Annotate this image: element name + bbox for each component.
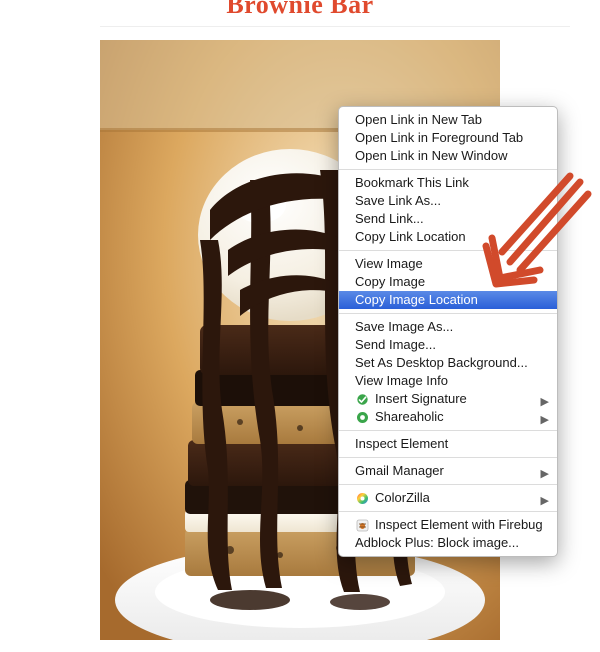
menu-item-label: Save Link As... [355, 192, 441, 210]
menu-item-label: Copy Image Location [355, 291, 478, 309]
menu-item[interactable]: Send Link... [339, 210, 557, 228]
menu-item-label: Shareaholic [375, 408, 444, 426]
chevron-right-icon: ▶ [541, 411, 549, 429]
menu-item-label: Send Link... [355, 210, 424, 228]
page-title: Brownie Bar [0, 0, 600, 20]
menu-item-label: Inspect Element with Firebug [375, 516, 543, 534]
insert-signature-icon [355, 392, 369, 406]
firebug-icon [355, 518, 369, 532]
context-menu: Open Link in New TabOpen Link in Foregro… [338, 106, 558, 557]
menu-separator [339, 313, 557, 314]
menu-item[interactable]: Inspect Element with Firebug [339, 516, 557, 534]
chevron-right-icon: ▶ [541, 465, 549, 483]
menu-item[interactable]: ColorZilla ▶ [339, 489, 557, 507]
menu-separator [339, 457, 557, 458]
menu-item-label: Set As Desktop Background... [355, 354, 528, 372]
menu-item[interactable]: Open Link in New Window [339, 147, 557, 165]
menu-item-label: ColorZilla [375, 489, 430, 507]
page: Brownie Bar [0, 0, 600, 652]
menu-separator [339, 511, 557, 512]
menu-item[interactable]: Adblock Plus: Block image... [339, 534, 557, 552]
menu-item-label: Open Link in New Tab [355, 111, 482, 129]
menu-item-label: Copy Link Location [355, 228, 466, 246]
menu-item-label: View Image Info [355, 372, 448, 390]
menu-item-label: Send Image... [355, 336, 436, 354]
menu-item-label: Save Image As... [355, 318, 453, 336]
menu-item[interactable]: Insert Signature▶ [339, 390, 557, 408]
menu-item[interactable]: Copy Link Location [339, 228, 557, 246]
menu-separator [339, 484, 557, 485]
menu-separator [339, 430, 557, 431]
menu-item[interactable]: Save Link As... [339, 192, 557, 210]
menu-separator [339, 169, 557, 170]
menu-item[interactable]: View Image [339, 255, 557, 273]
menu-item[interactable]: Inspect Element [339, 435, 557, 453]
menu-item[interactable]: Open Link in Foreground Tab [339, 129, 557, 147]
menu-item-label: Open Link in New Window [355, 147, 507, 165]
menu-item-label: Copy Image [355, 273, 425, 291]
menu-item[interactable]: Copy Image Location [339, 291, 557, 309]
divider [100, 26, 570, 27]
menu-item-label: Bookmark This Link [355, 174, 469, 192]
menu-item[interactable]: Set As Desktop Background... [339, 354, 557, 372]
menu-item-label: Insert Signature [375, 390, 467, 408]
menu-item[interactable]: Copy Image [339, 273, 557, 291]
shareaholic-icon [355, 410, 369, 424]
menu-separator [339, 250, 557, 251]
menu-item-label: Gmail Manager [355, 462, 444, 480]
menu-item-label: Open Link in Foreground Tab [355, 129, 523, 147]
menu-item[interactable]: Shareaholic ▶ [339, 408, 557, 426]
menu-item[interactable]: View Image Info [339, 372, 557, 390]
colorzilla-icon [355, 491, 369, 505]
menu-item[interactable]: Open Link in New Tab [339, 111, 557, 129]
menu-item[interactable]: Bookmark This Link [339, 174, 557, 192]
menu-item-label: Adblock Plus: Block image... [355, 534, 519, 552]
menu-item[interactable]: Save Image As... [339, 318, 557, 336]
menu-item-label: Inspect Element [355, 435, 448, 453]
menu-item[interactable]: Gmail Manager ▶ [339, 462, 557, 480]
chevron-right-icon: ▶ [541, 492, 549, 510]
menu-item-label: View Image [355, 255, 423, 273]
menu-item[interactable]: Send Image... [339, 336, 557, 354]
